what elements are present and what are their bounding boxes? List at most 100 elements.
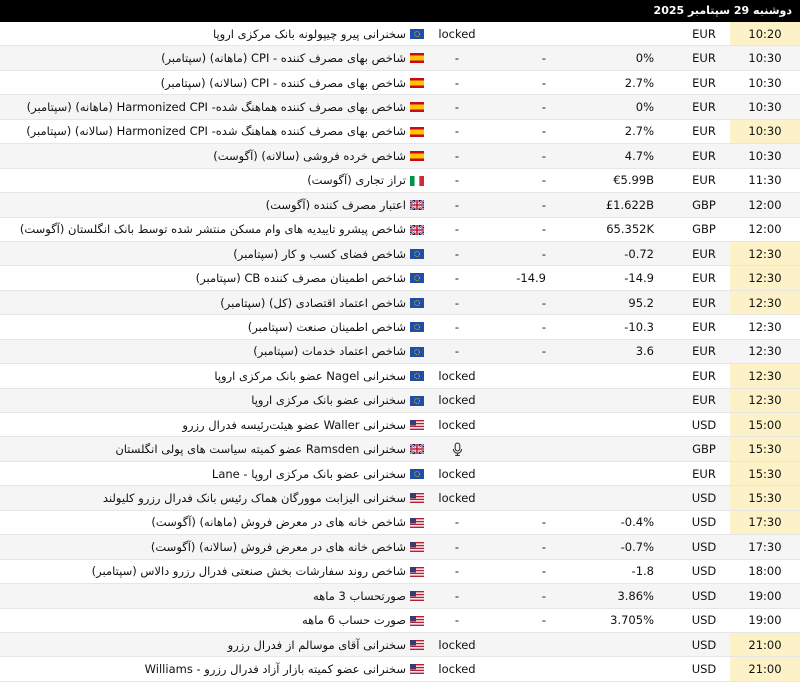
forecast-value: - (541, 173, 546, 188)
flag-icon-es (410, 53, 424, 64)
table-row[interactable]: 17:30 USD -0.7% - - شاخص خانه های در معرض فرو… (0, 535, 800, 560)
event-title[interactable]: صورت حساب 6 ماهه (0, 609, 406, 632)
actual-value (590, 633, 654, 656)
table-row[interactable]: 10:20 EUR locked سخنرانی پیرو چیپولونه بانک… (0, 22, 800, 47)
event-title[interactable]: سخنرانی عضو بانک مرکزی اروپا (0, 389, 406, 412)
event-title[interactable]: شاخص روند سفارشات بخش صنعتی فدرال رزرو د… (0, 560, 406, 583)
locked-label[interactable]: locked (430, 657, 484, 680)
event-title[interactable]: سخنرانی آقای موسالم از فدرال رزرو (0, 633, 406, 656)
locked-label[interactable]: locked (430, 633, 484, 656)
event-title[interactable]: اعتبار مصرف کننده (آگوست) (0, 193, 406, 216)
table-row[interactable]: 10:30 EUR 2.7% - - شاخص بهای مصرف کننده - CPI… (0, 71, 800, 96)
table-row[interactable]: 10:30 EUR 0% - - شاخص بهای مصرف کننده - CPI (… (0, 46, 800, 71)
locked-label[interactable]: locked (430, 389, 484, 412)
table-row[interactable]: 12:30 EUR -10.3 - - شاخص اطمینان صنعت (سپتامب… (0, 315, 800, 340)
event-title[interactable]: شاخص اعتماد خدمات (سپتامبر) (0, 340, 406, 363)
event-time: 12:30 (748, 319, 782, 334)
table-row[interactable]: 10:30 EUR 0% - - شاخص بهای مصرف کننده هماهنگ … (0, 95, 800, 120)
table-row[interactable]: 12:30 EUR 95.2 - - شاخص اعتماد اقتصادی (کل) (… (0, 290, 800, 316)
event-time: 12:30 (730, 290, 800, 315)
table-row[interactable]: 19:00 USD 3.86% - - صورتحساب 3 ماهه (0, 584, 800, 609)
event-title[interactable]: شاخص خانه های در معرض فروش (ماهانه) (آگو… (0, 511, 406, 534)
actual-value: €5.99B (613, 173, 654, 188)
table-row[interactable]: 12:30 EUR -0.72 - - شاخص فضای کسب و کار (سپتا… (0, 241, 800, 267)
event-title[interactable]: شاخص اعتماد اقتصادی (کل) (سپتامبر) (0, 291, 406, 314)
table-row[interactable]: 15:30 GBP سخنرانی Ramsden عضو کمیته سیاست … (0, 437, 800, 462)
currency-code: EUR (692, 26, 716, 41)
currency-code: EUR (692, 173, 716, 188)
table-row[interactable]: 21:00 USD locked سخنرانی آقای موسالم از فدر… (0, 632, 800, 658)
table-row[interactable]: 10:30 EUR 4.7% - - شاخص خرده فروشی (سالانه) (… (0, 144, 800, 169)
locked-label[interactable]: locked (430, 486, 484, 509)
previous-value: - (454, 75, 460, 90)
table-row[interactable]: 17:30 USD -0.4% - - شاخص خانه های در معرض فرو… (0, 510, 800, 536)
flag-icon-us (410, 591, 424, 602)
event-title[interactable]: شاخص بهای مصرف کننده هماهنگ شده- Harmoni… (0, 120, 406, 143)
event-time: 12:30 (730, 241, 800, 266)
event-title[interactable]: شاخص خرده فروشی (سالانه) (آگوست) (0, 144, 406, 167)
table-row[interactable]: 12:00 GBP 65.352K - - شاخص پیشرو تاییدیه های … (0, 218, 800, 242)
table-row[interactable]: 12:30 EUR locked سخنرانی عضو بانک مرکزی ارو… (0, 388, 800, 413)
event-title[interactable]: شاخص اطمینان صنعت (سپتامبر) (0, 315, 406, 338)
event-title[interactable]: شاخص پیشرو تاییدیه های وام مسکن منتشر شد… (0, 218, 406, 241)
event-title[interactable]: شاخص خانه های در معرض فروش (سالانه) (آگو… (0, 535, 406, 558)
event-title[interactable]: شاخص بهای مصرف کننده - CPI (ماهانه) (سپت… (0, 46, 406, 69)
event-time: 12:00 (748, 197, 782, 212)
table-row[interactable]: 12:30 EUR 3.6 - - شاخص اعتماد خدمات (سپتامبر) (0, 339, 800, 365)
table-row[interactable]: 12:30 EUR locked سخنرانی Nagel عضو بانک مرک… (0, 364, 800, 389)
actual-value (590, 364, 654, 387)
flag-icon-eu (410, 297, 424, 308)
table-row[interactable]: 21:00 USD locked سخنرانی عضو کمیته بازار آز… (0, 657, 800, 682)
event-title[interactable]: شاخص بهای مصرف کننده هماهنگ شده- Harmoni… (0, 95, 406, 118)
locked-label[interactable]: locked (430, 462, 484, 485)
event-title[interactable]: تراز تجاری (آگوست) (0, 169, 406, 192)
previous-value: - (454, 51, 460, 66)
event-time: 12:30 (748, 344, 782, 359)
event-title[interactable]: شاخص فضای کسب و کار (سپتامبر) (0, 242, 406, 265)
event-title[interactable]: صورتحساب 3 ماهه (0, 584, 406, 607)
event-time: 11:30 (748, 173, 782, 188)
table-row[interactable]: 10:30 EUR 2.7% - - شاخص بهای مصرف کننده هماهن… (0, 119, 800, 145)
currency-code: EUR (692, 319, 716, 334)
event-title[interactable]: سخنرانی پیرو چیپولونه بانک مرکزی اروپا (0, 22, 406, 45)
table-row[interactable]: 15:30 EUR locked سخنرانی عضو بانک مرکزی ارو… (0, 461, 800, 487)
event-title[interactable]: سخنرانی عضو بانک مرکزی اروپا - Lane (0, 462, 406, 485)
actual-value (590, 437, 654, 460)
table-row[interactable]: 15:00 USD locked سخنرانی Waller عضو هیئت‌رئ… (0, 413, 800, 438)
locked-label[interactable]: locked (430, 364, 484, 387)
table-row[interactable]: 12:00 GBP £1.622B - - اعتبار مصرف کننده (آگوس… (0, 193, 800, 218)
forecast-value (490, 462, 546, 485)
table-row[interactable]: 12:30 EUR -14.9 -14.9 - شاخص اطمینان مصرف کنن… (0, 266, 800, 291)
currency-code: USD (691, 662, 717, 677)
table-row[interactable]: 18:00 USD -1.8 - - شاخص روند سفارشات بخش صنعت… (0, 560, 800, 585)
previous-value: - (454, 148, 460, 163)
event-title[interactable]: شاخص بهای مصرف کننده - CPI (سالانه) (سپت… (0, 71, 406, 94)
event-title[interactable]: سخنرانی Ramsden عضو کمیته سیاست های پولی… (0, 437, 406, 460)
flag-icon-us (410, 420, 424, 430)
event-time: 19:00 (748, 613, 782, 628)
event-title[interactable]: سخنرانی الیزابت موورگان هماک رئیس بانک ف… (0, 486, 406, 509)
locked-label[interactable]: locked (430, 413, 484, 436)
previous-value: - (454, 515, 460, 530)
previous-value: - (454, 173, 460, 188)
event-title[interactable]: شاخص اطمینان مصرف کننده CB (سپتامبر) (0, 266, 406, 289)
actual-value: -0.4% (620, 515, 654, 530)
table-row[interactable]: 15:30 USD locked سخنرانی الیزابت موورگان هم… (0, 486, 800, 511)
flag-icon-gb (410, 444, 424, 455)
table-row[interactable]: 19:00 USD 3.705% - - صورت حساب 6 ماهه (0, 609, 800, 633)
flag-icon-it (410, 175, 424, 186)
event-title[interactable]: سخنرانی عضو کمیته بازار آزاد فدرال رزرو … (0, 657, 406, 680)
currency-code: USD (691, 417, 717, 432)
event-title[interactable]: سخنرانی Nagel عضو بانک مرکزی اروپا (0, 364, 406, 387)
table-row[interactable]: 11:30 EUR €5.99B - - تراز تجاری (آگوست) (0, 169, 800, 194)
actual-value: 3.705% (610, 613, 654, 628)
flag-icon-us (410, 615, 424, 626)
event-title[interactable]: سخنرانی Waller عضو هیئت‌رئیسه فدرال رزرو (0, 413, 406, 436)
flag-icon-eu (410, 371, 424, 382)
event-time: 15:30 (730, 486, 800, 510)
flag-icon-eu (410, 395, 424, 406)
actual-value: 0% (635, 51, 654, 66)
locked-label[interactable]: locked (430, 22, 484, 45)
actual-value: 3.6 (635, 344, 654, 359)
actual-value (590, 413, 654, 436)
